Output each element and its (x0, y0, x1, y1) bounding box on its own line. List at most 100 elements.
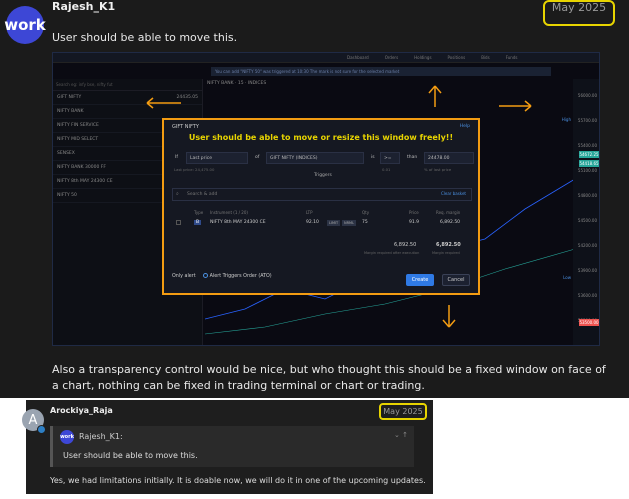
order-type-pill[interactable]: LIMIT (327, 220, 341, 226)
alert-mode: Only alert Alert Triggers Order (ATO) (172, 273, 272, 279)
annotation-heading: User should be able to move or resize th… (188, 133, 454, 142)
post-text-2: Also a transparency control would be nic… (52, 363, 606, 392)
watchlist-search[interactable]: Search eg: infy bse, nifty fut (53, 79, 202, 91)
toolbar-item[interactable]: Holdings (414, 55, 431, 60)
total-required: 6,892.50 (436, 242, 461, 248)
only-alert-option[interactable]: Only alert (172, 274, 196, 279)
high-label: High (561, 117, 571, 122)
price-label: 54418.65 (579, 160, 599, 167)
help-link[interactable]: Help (460, 124, 470, 129)
reply-text: Yes, we had limitations initially. It is… (50, 476, 426, 485)
avatar[interactable]: work (4, 6, 46, 44)
watchlist-symbol: GIFT NIFTY (57, 95, 82, 100)
price-tick: 55700.00 (577, 118, 597, 123)
quote-block: work Rajesh_K1: ⌄ ↑ User should be able … (50, 426, 414, 467)
quote-text: User should be able to move this. (63, 451, 198, 460)
margin-required-label: Margin required (432, 251, 460, 255)
col-qty: Qty (362, 210, 370, 215)
username[interactable]: Arockiya_Raja (50, 406, 113, 415)
basket-search-input[interactable]: Search & add (172, 188, 472, 201)
quote-tools: ⌄ ↑ (394, 431, 408, 439)
product-pill[interactable]: NRML (342, 220, 357, 226)
clear-basket-link[interactable]: Clear basket (441, 191, 466, 196)
low-label: Low (563, 275, 571, 280)
arrow-down-icon (442, 305, 456, 328)
watchlist-symbol: NIFTY MID SELECT (57, 137, 99, 142)
watchlist-symbol: NIFTY BANK (57, 109, 84, 114)
alert-dialog[interactable]: GIFT NIFTY Help User should be able to m… (162, 118, 480, 295)
price-tick: 53900.00 (577, 268, 597, 273)
chevron-down-icon[interactable]: ⌄ (394, 431, 400, 439)
watchlist-symbol: SENSEX (57, 151, 75, 156)
ato-radio[interactable] (203, 273, 209, 278)
if-label: If (175, 155, 178, 160)
price-tick: 55100.00 (577, 168, 597, 173)
basket-table-header: Type Instrument (1 / 20) LTP Qty Price R… (164, 210, 478, 218)
type-badge: B (194, 220, 202, 225)
jump-up-icon[interactable]: ↑ (402, 431, 408, 439)
arrow-up-icon (428, 85, 442, 107)
price-tick: 54500.00 (577, 218, 597, 223)
notification-bar: You can add "NIFTY 50" was triggered at … (211, 67, 551, 76)
toolbar-item[interactable]: Orders (385, 55, 398, 60)
row-margin: 6,892.50 (440, 220, 461, 225)
toolbar-item[interactable]: Positions (448, 55, 466, 60)
row-instrument: NIFTY 8th MAY 24300 CE (210, 220, 266, 225)
step-note: 0.01 (382, 167, 391, 172)
col-price: Price (409, 210, 419, 215)
col-ltp: LTP (306, 210, 313, 215)
total-after: 6,892.50 (394, 242, 417, 248)
price-tick: 55400.00 (577, 143, 597, 148)
watchlist-symbol: NIFTY 50 (57, 193, 77, 198)
toolbar-item[interactable]: Dashboard (347, 55, 369, 60)
table-row[interactable]: B NIFTY 8th MAY 24300 CE 92.10 LIMIT NRM… (164, 220, 478, 232)
price-tick: 53600.00 (577, 293, 597, 298)
arrow-right-icon (499, 100, 532, 112)
post-date[interactable]: May 2025 (379, 403, 427, 420)
price-tick: 56000.00 (577, 93, 597, 98)
chart-header: NIFTY BANK · 15 · INDICES (205, 79, 575, 89)
price-axis[interactable]: 56000.00 55700.00 55400.00 55100.00 54800.00… (573, 79, 599, 345)
quote-avatar: work (60, 430, 74, 444)
row-qty[interactable]: 75 (362, 220, 368, 225)
price-label: 54672.25 (579, 151, 599, 158)
cancel-button[interactable]: Cancel (442, 274, 470, 286)
chart-symbol: NIFTY BANK · 15 · INDICES (207, 81, 267, 86)
toolbar-item[interactable]: Bids (481, 55, 489, 60)
search-icon: ⌕ (176, 191, 179, 197)
price-label: 53500.00 (579, 319, 599, 326)
triggers-label: Triggers (314, 173, 332, 178)
username[interactable]: Rajesh_K1 (52, 0, 115, 13)
price-tick: 54200.00 (577, 243, 597, 248)
quote-username: Rajesh_K1: (79, 432, 123, 441)
watchlist-symbol: NIFTY FIN SERVICE (57, 123, 99, 128)
embedded-screenshot[interactable]: Dashboard Orders Holdings Positions Bids Fund… (52, 52, 600, 346)
col-type: Type (194, 210, 204, 215)
toolbar-item[interactable]: Funds (506, 55, 518, 60)
col-instrument: Instrument (1 / 20) (210, 210, 248, 215)
col-margin: Req. margin (436, 210, 461, 215)
row-price[interactable]: 91.9 (409, 220, 419, 225)
is-label: is (371, 155, 375, 160)
target-input[interactable]: 24478.00 (424, 152, 474, 164)
field-select[interactable]: Last price (186, 152, 248, 164)
post-arockiya: A Arockiya_Raja May 2025 work Rajesh_K1:… (22, 400, 433, 494)
ato-option[interactable]: Alert Triggers Order (ATO) (210, 274, 272, 279)
row-checkbox[interactable] (176, 220, 181, 225)
last-price-note: Last price: 24,475.00 (174, 167, 215, 172)
post-date[interactable]: May 2025 (543, 0, 615, 26)
of-label: of (255, 155, 260, 160)
percent-note: % of last price (424, 167, 452, 172)
post-text: User should be able to move this. (52, 31, 238, 44)
create-button[interactable]: Create (406, 274, 434, 286)
operator-select[interactable]: >= (380, 152, 400, 164)
watchlist-symbol: NIFTY 8th MAY 24300 CE (57, 179, 113, 184)
instrument-select[interactable]: GIFT NIFTY (INDICES) (266, 152, 364, 164)
staff-badge-icon (37, 425, 46, 434)
margin-after-label: Margin required after execution (364, 251, 420, 255)
than-label: than (407, 155, 418, 160)
dialog-title: GIFT NIFTY (172, 124, 199, 130)
top-toolbar: Dashboard Orders Holdings Positions Bids Fund… (53, 53, 599, 63)
watchlist-symbol: NIFTY BANK 30000 FF (57, 165, 106, 170)
price-tick: 54800.00 (577, 193, 597, 198)
